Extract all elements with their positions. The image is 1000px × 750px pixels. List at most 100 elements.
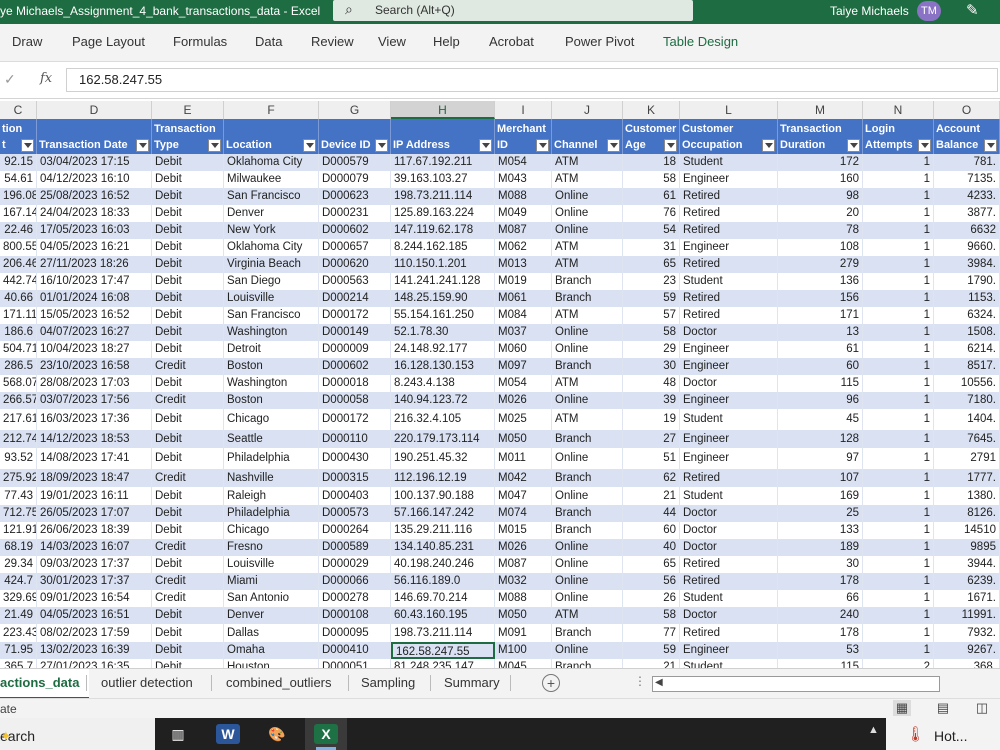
table-cell[interactable]: 56.116.189.0 [391, 573, 495, 590]
table-cell[interactable]: 40.66 [0, 290, 37, 307]
table-cell[interactable]: 1 [863, 392, 934, 409]
table-cell[interactable]: 8.244.162.185 [391, 239, 495, 256]
table-cell[interactable]: Debit [152, 239, 224, 256]
table-cell[interactable]: ATM [552, 409, 623, 430]
filter-dropdown-icon[interactable] [375, 139, 388, 152]
normal-view-icon[interactable]: ▦ [893, 700, 911, 716]
table-cell[interactable]: 8126. [934, 505, 1000, 522]
table-cell[interactable]: D000172 [319, 307, 391, 324]
table-cell[interactable]: Retired [680, 573, 778, 590]
table-cell[interactable]: 160 [778, 171, 863, 188]
table-cell[interactable]: 115 [778, 659, 863, 668]
search-box[interactable]: ⌕ Search (Alt+Q) [333, 0, 693, 21]
table-cell[interactable]: 77.43 [0, 487, 37, 505]
table-cell[interactable]: 125.89.163.224 [391, 205, 495, 222]
table-cell[interactable]: ATM [552, 239, 623, 256]
table-cell[interactable]: Debit [152, 154, 224, 171]
column-header-k[interactable]: K [623, 101, 680, 119]
paint-icon[interactable]: 🎨 [265, 724, 289, 744]
table-header-cell[interactable]: Customer Occupation [680, 119, 778, 154]
table-cell[interactable]: 61 [778, 341, 863, 358]
table-cell[interactable]: Online [552, 573, 623, 590]
table-cell[interactable]: Retired [680, 290, 778, 307]
table-cell[interactable]: 1 [863, 273, 934, 290]
table-cell[interactable]: 568.07 [0, 375, 37, 392]
taskbar-search[interactable]: earch ✦ [0, 718, 155, 750]
table-cell[interactable]: 1 [863, 624, 934, 642]
table-cell[interactable]: Fresno [224, 539, 319, 556]
table-cell[interactable]: Debit [152, 642, 224, 659]
table-cell[interactable]: 58 [623, 607, 680, 624]
table-cell[interactable]: Credit [152, 590, 224, 607]
table-cell[interactable]: Online [552, 341, 623, 358]
table-cell[interactable]: 216.32.4.105 [391, 409, 495, 430]
table-cell[interactable]: M062 [495, 239, 552, 256]
tab-formulas[interactable]: Formulas [173, 34, 227, 49]
table-cell[interactable]: 1 [863, 590, 934, 607]
table-cell[interactable]: 24.148.92.177 [391, 341, 495, 358]
table-cell[interactable]: San Francisco [224, 188, 319, 205]
table-cell[interactable]: Debit [152, 307, 224, 324]
table-cell[interactable]: 1 [863, 171, 934, 188]
table-cell[interactable]: 26/05/2023 17:07 [37, 505, 152, 522]
table-cell[interactable]: 171.11 [0, 307, 37, 324]
table-header-cell[interactable]: Account Balance [934, 119, 1000, 154]
table-cell[interactable]: D000278 [319, 590, 391, 607]
sheet-tab-outlier-detection[interactable]: outlier detection [101, 675, 193, 690]
table-cell[interactable]: Credit [152, 392, 224, 409]
table-cell[interactable]: 14/12/2023 18:53 [37, 430, 152, 448]
table-cell[interactable]: D000058 [319, 392, 391, 409]
table-cell[interactable]: Debit [152, 624, 224, 642]
table-cell[interactable]: 21.49 [0, 607, 37, 624]
table-cell[interactable]: 18/09/2023 18:47 [37, 469, 152, 487]
page-break-view-icon[interactable]: ◫ [973, 700, 991, 716]
table-cell[interactable]: D000573 [319, 505, 391, 522]
table-header-cell[interactable]: Customer Age [623, 119, 680, 154]
table-cell[interactable]: M088 [495, 188, 552, 205]
table-cell[interactable]: Debit [152, 256, 224, 273]
table-cell[interactable]: D000410 [319, 642, 391, 659]
formula-input[interactable]: 162.58.247.55 [66, 68, 998, 92]
table-cell[interactable]: Student [680, 590, 778, 607]
table-cell[interactable]: Chicago [224, 409, 319, 430]
table-cell[interactable]: Dallas [224, 624, 319, 642]
table-cell[interactable]: 286.5 [0, 358, 37, 375]
table-cell[interactable]: D000315 [319, 469, 391, 487]
table-cell[interactable]: 57.166.147.242 [391, 505, 495, 522]
table-cell[interactable]: Online [552, 324, 623, 341]
sheet-tab-transactions-data[interactable]: actions_data [0, 669, 90, 700]
table-cell[interactable]: 54 [623, 222, 680, 239]
table-cell[interactable]: M032 [495, 573, 552, 590]
table-cell[interactable]: Doctor [680, 539, 778, 556]
table-cell[interactable]: 279 [778, 256, 863, 273]
table-cell[interactable]: 800.55 [0, 239, 37, 256]
table-cell[interactable]: M050 [495, 607, 552, 624]
table-cell[interactable]: Branch [552, 273, 623, 290]
table-cell[interactable]: 198.73.211.114 [391, 188, 495, 205]
table-cell[interactable]: 1 [863, 642, 934, 659]
table-cell[interactable]: 09/03/2023 17:37 [37, 556, 152, 573]
table-cell[interactable]: 44 [623, 505, 680, 522]
table-cell[interactable]: Student [680, 659, 778, 668]
table-cell[interactable]: 16/10/2023 17:47 [37, 273, 152, 290]
table-cell[interactable]: Retired [680, 307, 778, 324]
table-cell[interactable]: 1 [863, 522, 934, 539]
filter-dropdown-icon[interactable] [136, 139, 149, 152]
table-cell[interactable]: M054 [495, 375, 552, 392]
table-cell[interactable]: 16/03/2023 17:36 [37, 409, 152, 430]
table-cell[interactable]: Credit [152, 469, 224, 487]
table-cell[interactable]: 442.74 [0, 273, 37, 290]
table-cell[interactable]: M015 [495, 522, 552, 539]
filter-dropdown-icon[interactable] [847, 139, 860, 152]
table-cell[interactable]: 1790. [934, 273, 1000, 290]
table-cell[interactable]: 504.71 [0, 341, 37, 358]
column-header-d[interactable]: D [37, 101, 152, 119]
table-cell[interactable]: 60.43.160.195 [391, 607, 495, 624]
table-cell[interactable]: Student [680, 273, 778, 290]
table-cell[interactable]: Credit [152, 573, 224, 590]
filter-dropdown-icon[interactable] [303, 139, 316, 152]
table-cell[interactable]: 14/08/2023 17:41 [37, 448, 152, 469]
table-cell[interactable]: 136 [778, 273, 863, 290]
table-cell[interactable]: 8517. [934, 358, 1000, 375]
table-cell[interactable]: Online [552, 392, 623, 409]
